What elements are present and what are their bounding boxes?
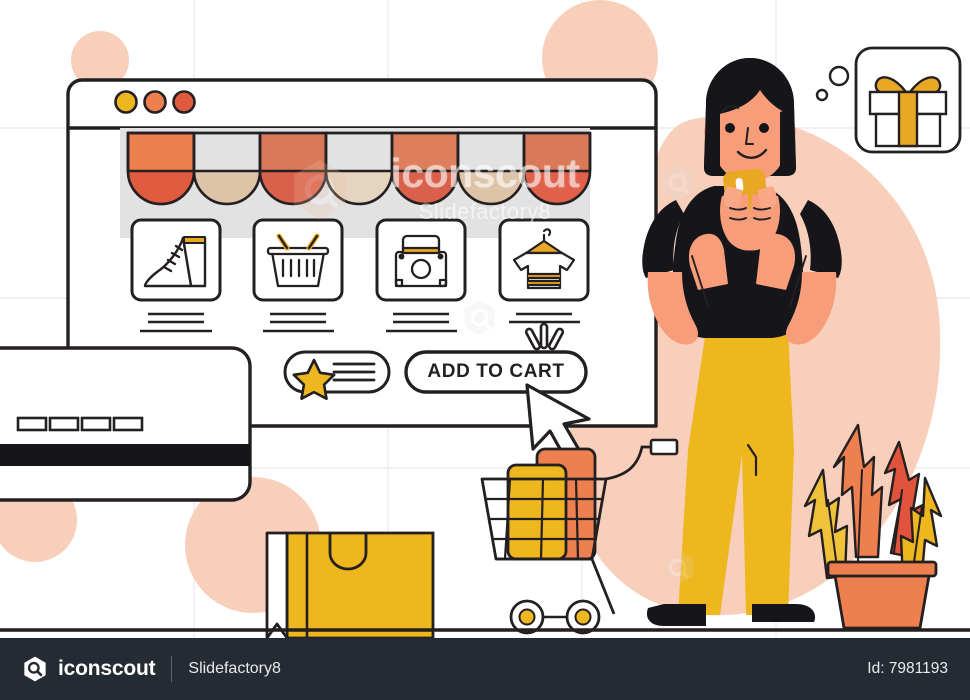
traffic-light-red bbox=[172, 90, 196, 114]
shopping-illustration bbox=[0, 0, 970, 640]
gift-thought-bubble bbox=[815, 46, 962, 154]
add-to-cart-label[interactable]: ADD TO CART bbox=[406, 352, 586, 392]
rating-chip[interactable] bbox=[283, 350, 391, 400]
footer-brand[interactable]: iconscout bbox=[22, 656, 156, 682]
footer-bar: iconscout Slidefactory8 Id: 7981193 bbox=[0, 638, 970, 700]
illustration-canvas: ADD TO CART iconscout Slidefactory8 icon… bbox=[0, 0, 970, 700]
bubble-dot-small bbox=[815, 88, 829, 102]
shopping-bag bbox=[265, 531, 435, 640]
product-card-basket[interactable] bbox=[252, 218, 344, 302]
traffic-light-yellow bbox=[114, 90, 138, 114]
plant-pot bbox=[832, 568, 932, 630]
shoe-left bbox=[646, 604, 706, 626]
card-magnetic-stripe bbox=[0, 444, 250, 466]
product-card-bag[interactable] bbox=[375, 218, 467, 302]
eye-right bbox=[759, 123, 769, 133]
credit-card[interactable] bbox=[0, 346, 252, 502]
iconscout-hexagon-logo-icon bbox=[24, 656, 46, 682]
footer-divider bbox=[171, 656, 173, 682]
product-card-tshirt[interactable] bbox=[498, 218, 590, 302]
product-card-boot[interactable] bbox=[130, 218, 222, 302]
window-traffic-lights[interactable] bbox=[114, 90, 196, 114]
footer-contributor: Slidefactory8 bbox=[188, 660, 281, 677]
plant-pot-rim bbox=[826, 560, 938, 578]
bubble-dot-large bbox=[828, 65, 850, 87]
footer-brand-name: iconscout bbox=[58, 657, 156, 680]
handbag-icon bbox=[394, 234, 448, 288]
traffic-light-orange bbox=[143, 90, 167, 114]
eye-left bbox=[725, 123, 735, 133]
footer-asset-id: Id: 7981193 bbox=[867, 660, 948, 677]
shoe-right bbox=[752, 604, 816, 622]
